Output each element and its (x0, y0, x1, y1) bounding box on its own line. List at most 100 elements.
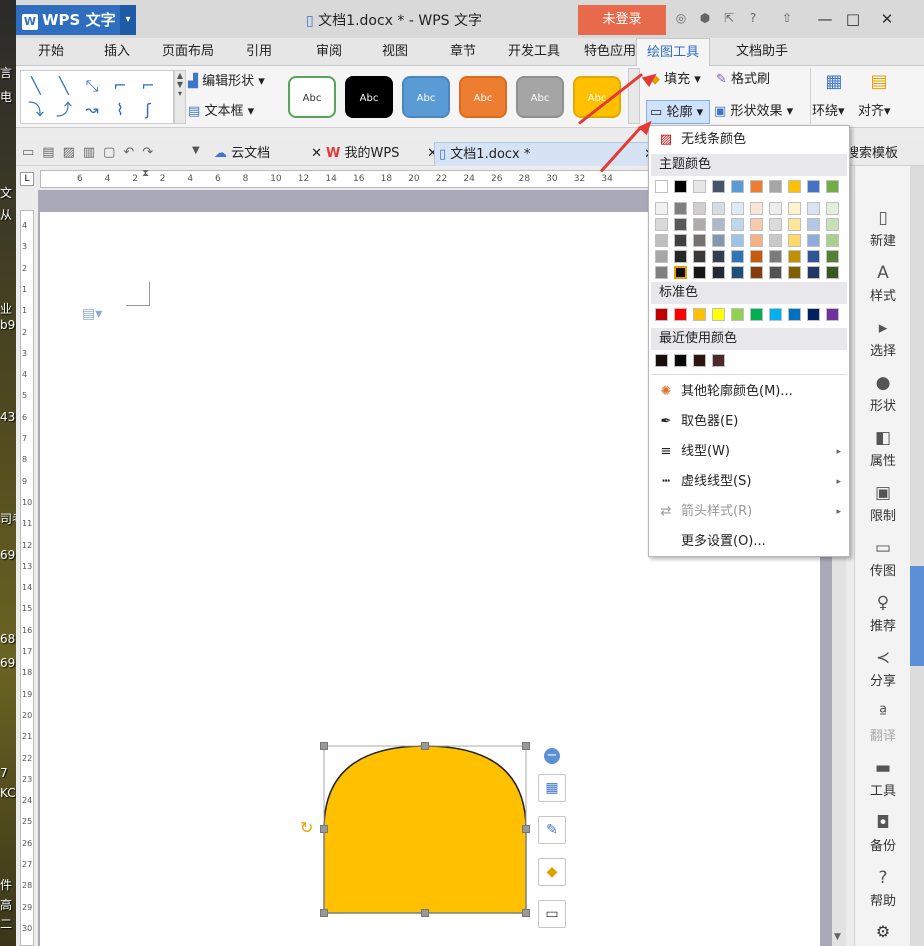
theme-color-swatch[interactable] (655, 202, 668, 215)
resize-handle-w[interactable] (320, 825, 328, 833)
theme-color-swatch[interactable] (769, 180, 782, 193)
theme-color-swatch[interactable] (788, 218, 801, 231)
edit-shape-button[interactable]: ▟ 编辑形状 ▾ (188, 70, 265, 94)
resize-handle-se[interactable] (522, 909, 530, 917)
menu-item-6[interactable]: 更多设置(O)... (649, 528, 849, 556)
shape-style-button[interactable]: ✎ (538, 816, 566, 844)
theme-color-swatch[interactable] (826, 180, 839, 193)
style-preset-5[interactable]: Abc (516, 76, 564, 118)
theme-color-swatch[interactable] (693, 234, 706, 247)
theme-color-swatch[interactable] (655, 218, 668, 231)
panel-item-6[interactable]: ▣ 限制 (855, 483, 911, 524)
style-preset-3[interactable]: Abc (402, 76, 450, 118)
panel-item-5[interactable]: ◧ 属性 (855, 428, 911, 469)
theme-color-swatch[interactable] (750, 202, 763, 215)
theme-color-swatch[interactable] (788, 250, 801, 263)
recent-color-swatch[interactable] (674, 354, 687, 367)
panel-item-4[interactable]: ● 形状 (855, 373, 911, 414)
close-icon[interactable]: ✕ (311, 142, 322, 166)
line-shape-icon[interactable]: ⤴ (53, 99, 75, 121)
resize-handle-nw[interactable] (320, 742, 328, 750)
style-preset-2[interactable]: Abc (345, 76, 393, 118)
standard-color-swatch[interactable] (712, 308, 725, 321)
theme-color-swatch[interactable] (693, 266, 706, 279)
theme-color-swatch[interactable] (769, 202, 782, 215)
wrap-button[interactable]: 环绕▾ (812, 100, 845, 124)
layout-options-button[interactable]: ▦ (538, 774, 566, 802)
menu-item-1[interactable]: ✺ 其他轮廓颜色(M)... (649, 378, 849, 406)
scroll-down-icon[interactable]: ▼ (834, 932, 841, 942)
share-icon[interactable]: ⇱ (722, 11, 736, 25)
theme-color-swatch[interactable] (731, 218, 744, 231)
login-button[interactable]: 未登录 (578, 5, 666, 35)
theme-color-swatch[interactable] (750, 218, 763, 231)
theme-color-swatch[interactable] (769, 250, 782, 263)
standard-color-swatch[interactable] (674, 308, 687, 321)
help-icon[interactable]: ? (746, 11, 760, 25)
panel-item-11[interactable]: ▬ 工具 (855, 758, 911, 799)
standard-color-swatch[interactable] (769, 308, 782, 321)
outline-button[interactable]: ▭ 轮廓 ▾ (646, 100, 710, 124)
gallery-scroll[interactable]: ▲ ▼ ▾ (174, 70, 186, 124)
theme-color-swatch[interactable] (655, 266, 668, 279)
theme-color-swatch[interactable] (674, 218, 687, 231)
recent-color-swatch[interactable] (693, 354, 706, 367)
panel-scrollbar[interactable] (910, 166, 924, 946)
theme-color-swatch[interactable] (750, 234, 763, 247)
tab-6[interactable]: 视图 (372, 38, 418, 66)
shape-gallery[interactable]: ╲ ╲ ⤡ ⌐ ⌐ ⤵ ⤴ ↝ ⌇ ʃ (20, 70, 174, 124)
theme-color-swatch[interactable] (807, 234, 820, 247)
template-search-link[interactable]: 搜索模板 (846, 142, 898, 166)
theme-color-swatch[interactable] (807, 250, 820, 263)
panel-item-10[interactable]: ª 翻译 (855, 703, 911, 744)
style-preset-1[interactable]: Abc (288, 76, 336, 118)
wrap-icon[interactable]: ▦ (814, 70, 854, 94)
quick-fill-button[interactable]: ◆ (538, 858, 566, 886)
theme-color-swatch[interactable] (731, 266, 744, 279)
theme-color-swatch[interactable] (693, 202, 706, 215)
close-button[interactable]: ✕ (872, 8, 902, 30)
standard-color-swatch[interactable] (826, 308, 839, 321)
theme-color-swatch[interactable] (788, 202, 801, 215)
settings-icon[interactable]: ⚙ (855, 922, 911, 941)
textbox-button[interactable]: ▤ 文本框 ▾ (188, 100, 254, 124)
resize-handle-s[interactable] (421, 909, 429, 917)
theme-color-swatch[interactable] (769, 266, 782, 279)
tab-my-wps[interactable]: W 我的WPS ✕ (326, 142, 442, 166)
theme-color-swatch[interactable] (731, 234, 744, 247)
theme-color-swatch[interactable] (807, 266, 820, 279)
theme-color-swatch[interactable] (750, 266, 763, 279)
theme-color-swatch[interactable] (826, 218, 839, 231)
resize-handle-ne[interactable] (522, 742, 530, 750)
theme-color-swatch[interactable] (769, 234, 782, 247)
theme-color-swatch[interactable] (750, 250, 763, 263)
theme-color-swatch[interactable] (769, 218, 782, 231)
rounded-rectangle-shape[interactable] (323, 745, 527, 914)
standard-color-swatch[interactable] (731, 308, 744, 321)
theme-color-swatch[interactable] (674, 202, 687, 215)
theme-color-swatch[interactable] (712, 202, 725, 215)
no-line-color-item[interactable]: ▨ 无线条颜色 (649, 126, 849, 154)
standard-color-swatch[interactable] (750, 308, 763, 321)
panel-item-12[interactable]: ◘ 备份 (855, 813, 911, 854)
theme-color-swatch[interactable] (731, 250, 744, 263)
chevron-down-icon[interactable]: ▾ (120, 5, 136, 35)
theme-color-swatch[interactable] (807, 218, 820, 231)
vertical-ruler[interactable]: 4 3 2 1 1 2 3 4 5 6 7 8 9 10 11 12 13 14 15 16 17 18 19 20 21 22 2… (20, 210, 34, 946)
theme-color-swatch[interactable] (712, 234, 725, 247)
panel-item-7[interactable]: ▭ 传图 (855, 538, 911, 579)
panel-item-8[interactable]: ♀ 推荐 (855, 593, 911, 634)
theme-color-swatch[interactable] (731, 202, 744, 215)
theme-color-swatch[interactable] (712, 218, 725, 231)
panel-item-13[interactable]: ? 帮助 (855, 868, 911, 909)
recent-color-swatch[interactable] (655, 354, 668, 367)
line-shape-icon[interactable]: ╲ (25, 75, 47, 97)
theme-color-swatch[interactable] (655, 180, 668, 193)
indent-marker-icon[interactable]: ⧗ (142, 168, 149, 179)
panel-item-2[interactable]: A 样式 (855, 263, 911, 304)
theme-color-swatch[interactable] (788, 180, 801, 193)
theme-color-swatch[interactable] (655, 234, 668, 247)
line-shape-icon[interactable]: ⌇ (109, 99, 131, 121)
line-shape-icon[interactable]: ⌐ (137, 75, 159, 97)
theme-color-swatch[interactable] (826, 202, 839, 215)
